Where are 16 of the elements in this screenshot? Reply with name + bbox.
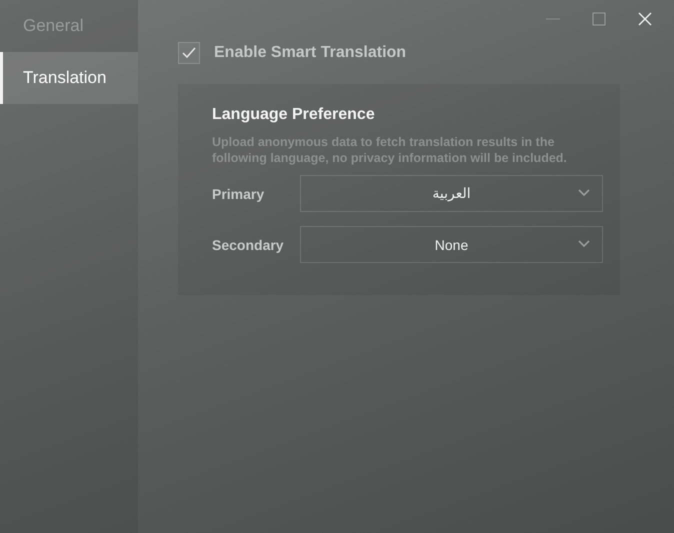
field-label: Primary xyxy=(212,186,266,202)
maximize-button[interactable] xyxy=(590,10,608,28)
sidebar-item[interactable]: Translation xyxy=(0,52,138,104)
maximize-icon xyxy=(592,12,606,26)
close-icon xyxy=(638,12,652,26)
checkbox[interactable] xyxy=(178,42,200,64)
section-title: Language Preference xyxy=(212,106,376,124)
caret-icon xyxy=(578,240,590,248)
checkbox-label: Enable Smart Translation xyxy=(214,44,406,62)
minimize-icon xyxy=(546,18,560,20)
close-button[interactable] xyxy=(636,10,654,28)
field-label: Secondary xyxy=(212,236,285,252)
language-dropdown[interactable]: العربية xyxy=(300,175,603,212)
language-dropdown[interactable]: None xyxy=(300,226,603,263)
caret-icon xyxy=(578,189,590,197)
check-icon xyxy=(182,47,196,59)
